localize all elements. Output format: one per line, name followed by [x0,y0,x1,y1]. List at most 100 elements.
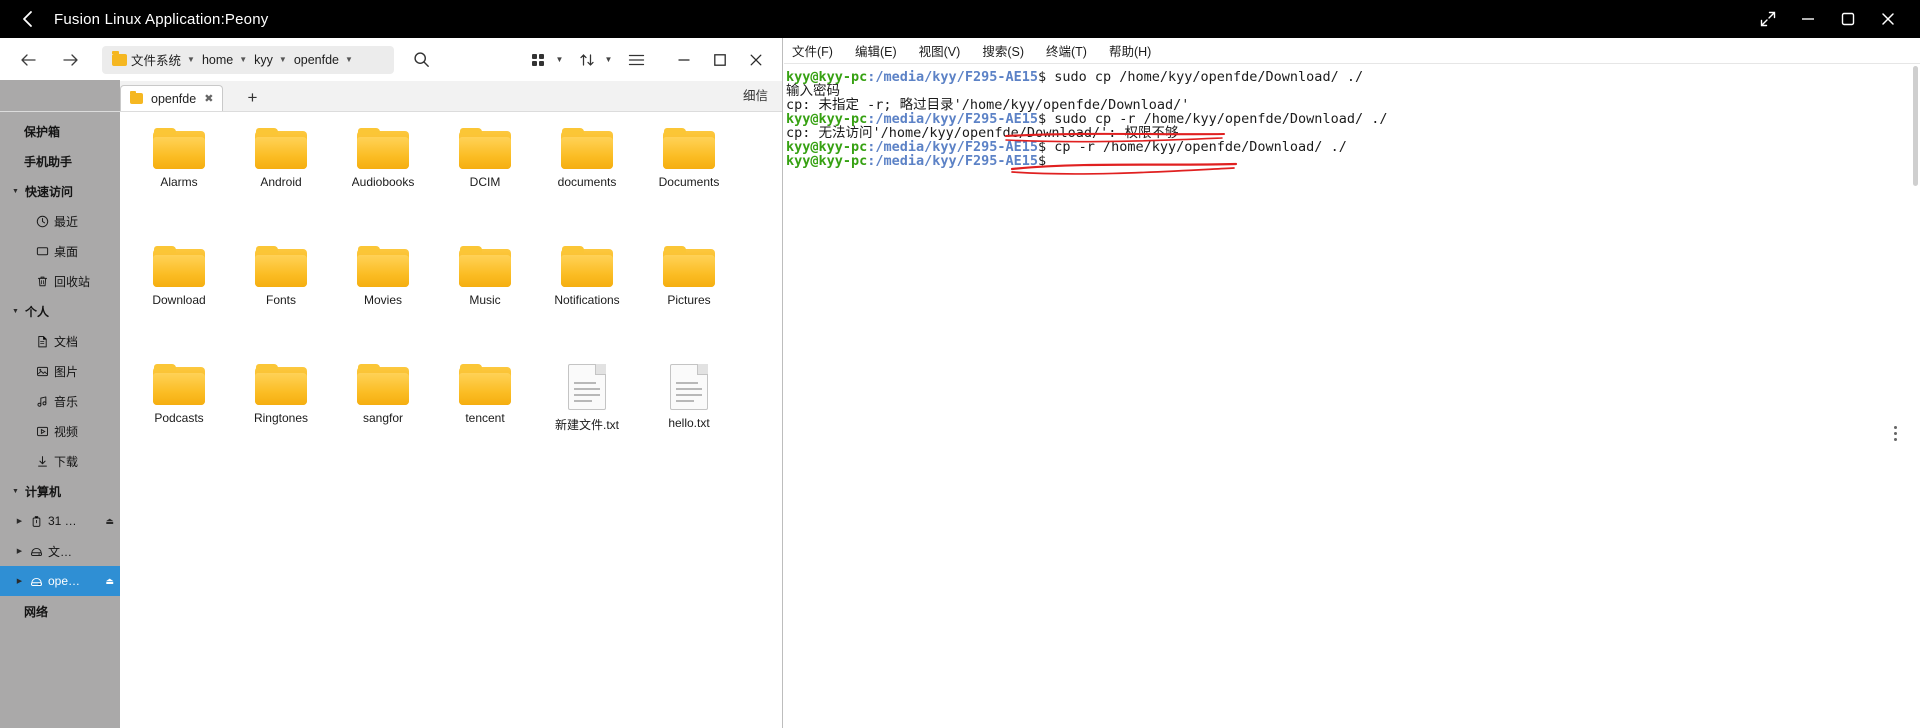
document-icon [33,335,52,348]
sidebar-item-3[interactable]: 最近 [0,206,120,236]
list-view-icon[interactable] [622,45,650,75]
sidebar-item-13[interactable]: ▶ 31 … ⏏ [0,506,120,536]
chevron-right-icon[interactable]: ▶ [12,577,27,585]
folder-item[interactable]: DCIM [434,128,536,220]
sort-dropdown[interactable]: ▼ [601,45,616,75]
folder-item[interactable]: Ringtones [230,364,332,456]
folder-item[interactable]: Alarms [128,128,230,220]
sidebar-item-label: ope… [48,574,81,588]
file-item[interactable]: 新建文件.txt [536,364,638,456]
terminal-prompt-line: kyy@kyy-pc:/media/kyy/F295-AE15$ [786,153,1055,169]
file-item[interactable]: hello.txt [638,364,740,456]
sidebar-item-6[interactable]: ▼ 个人 [0,296,120,326]
back-button[interactable] [0,0,54,38]
folder-item[interactable]: Audiobooks [332,128,434,220]
sidebar-item-label: 下载 [54,454,79,469]
tab-openfde[interactable]: openfde ✖ [120,85,224,111]
fm-minimize-icon[interactable] [666,43,702,77]
breadcrumb-item-1[interactable]: kyy [254,53,273,67]
maximize-icon[interactable] [1828,0,1868,38]
terminal-output[interactable]: kyy@kyy-pc:/media/kyy/F295-AE15$ sudo cp… [784,64,1920,728]
menu-item-1[interactable]: 编辑(E) [855,41,897,60]
folder-icon [112,50,127,66]
menu-item-3[interactable]: 搜索(S) [982,41,1024,60]
fm-close-icon[interactable] [738,43,774,77]
file-grid: Alarms Android Audiobooks DCIM documents Docu… [128,128,778,456]
chevron-down-icon[interactable]: ▼ [279,55,287,64]
sort-icon[interactable] [573,45,601,75]
sidebar-item-label: 文… [48,544,73,559]
sidebar-item-9[interactable]: 音乐 [0,386,120,416]
chevron-down-icon[interactable]: ▼ [345,55,353,64]
folder-item[interactable]: Download [128,246,230,338]
breadcrumb-item-2[interactable]: openfde [294,53,339,67]
file-list-area[interactable]: Alarms Android Audiobooks DCIM documents Docu… [120,112,782,728]
menu-item-5[interactable]: 帮助(H) [1109,41,1151,60]
arrow-right-icon[interactable] [52,42,88,78]
folder-item[interactable]: sangfor [332,364,434,456]
menu-item-4[interactable]: 终端(T) [1046,41,1087,60]
sidebar-item-14[interactable]: ▶ 文… [0,536,120,566]
sidebar-item-0[interactable]: 保护箱 [0,116,120,146]
sidebar-item-label: 手机助手 [24,154,73,169]
folder-item[interactable]: Documents [638,128,740,220]
grid-view-dropdown[interactable]: ▼ [552,45,567,75]
sidebar-item-10[interactable]: 视频 [0,416,120,446]
breadcrumb[interactable]: 文件系统 ▼ home ▼ kyy ▼ openfde ▼ [102,45,394,74]
grid-view-icon[interactable] [524,45,552,75]
sidebar-item-15[interactable]: ▶ ope… ⏏ [0,566,120,596]
detail-toggle[interactable]: 细信 [743,85,768,104]
add-tab-button[interactable]: + [239,85,265,111]
file-label: Notifications [554,293,620,307]
sidebar-item-5[interactable]: 回收站 [0,266,120,296]
file-manager-main: 保护箱 手机助手 ▼ 快速访问 最近 桌面 回收站 ▼ 个人 文档 图片 音乐 视频 下载 ▼ 计算机 ▶ 31 … [0,112,782,728]
minimize-icon[interactable] [1788,0,1828,38]
breadcrumb-item-0[interactable]: home [202,53,233,67]
terminal-prompt-line: kyy@kyy-pc:/media/kyy/F295-AE15$ cp -r /… [786,139,1347,155]
folder-item[interactable]: Pictures [638,246,740,338]
menu-item-0[interactable]: 文件(F) [792,41,833,60]
expand-arrows-icon[interactable] [1748,0,1788,38]
fm-maximize-icon[interactable] [702,43,738,77]
sidebar-item-8[interactable]: 图片 [0,356,120,386]
sidebar-item-label: 快速访问 [25,184,74,199]
folder-item[interactable]: Android [230,128,332,220]
search-icon[interactable] [406,45,436,75]
folder-item[interactable]: Notifications [536,246,638,338]
sidebar-item-12[interactable]: ▼ 计算机 [0,476,120,506]
folder-item[interactable]: Movies [332,246,434,338]
folder-icon [459,364,511,405]
eject-icon[interactable]: ⏏ [105,576,114,587]
sidebar-item-label: 31 … [48,514,77,528]
sidebar-item-1[interactable]: 手机助手 [0,146,120,176]
chevron-down-icon[interactable]: ▼ [8,188,23,195]
sidebar-item-16[interactable]: 网络 [0,596,120,626]
sidebar-item-2[interactable]: ▼ 快速访问 [0,176,120,206]
arrow-left-icon[interactable] [10,42,46,78]
file-label: Podcasts [154,411,204,425]
sidebar-item-7[interactable]: 文档 [0,326,120,356]
sidebar-item-label: 计算机 [25,484,62,499]
folder-item[interactable]: Fonts [230,246,332,338]
image-icon [33,365,52,378]
folder-item[interactable]: documents [536,128,638,220]
close-icon[interactable]: ✖ [204,92,213,105]
chevron-right-icon[interactable]: ▶ [12,547,27,555]
terminal-scrollbar[interactable] [1912,64,1919,728]
chevron-down-icon[interactable]: ▼ [8,308,23,315]
folder-item[interactable]: Podcasts [128,364,230,456]
folder-item[interactable]: tencent [434,364,536,456]
sidebar-item-4[interactable]: 桌面 [0,236,120,266]
chevron-right-icon[interactable]: ▶ [12,517,27,525]
chevron-down-icon[interactable]: ▼ [187,55,195,64]
chevron-down-icon[interactable]: ▼ [8,488,23,495]
sidebar-item-label: 回收站 [54,274,91,289]
menu-item-2[interactable]: 视图(V) [919,41,961,60]
breadcrumb-root[interactable]: 文件系统 [131,50,181,69]
folder-item[interactable]: Music [434,246,536,338]
sidebar-item-11[interactable]: 下载 [0,446,120,476]
close-icon[interactable] [1868,0,1908,38]
eject-icon[interactable]: ⏏ [105,516,114,527]
more-vertical-icon[interactable] [1884,422,1906,444]
chevron-down-icon[interactable]: ▼ [239,55,247,64]
